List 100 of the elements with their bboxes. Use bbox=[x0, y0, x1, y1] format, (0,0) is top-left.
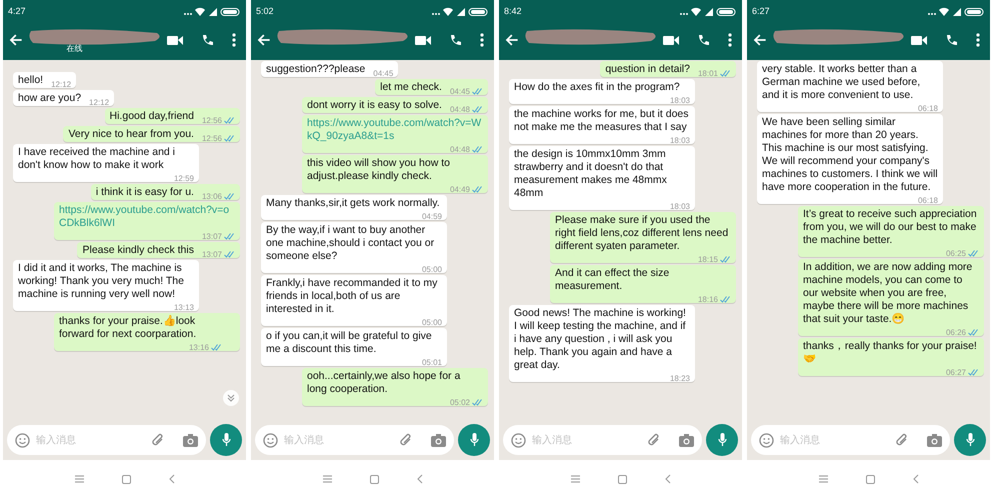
video-call-icon[interactable] bbox=[415, 34, 431, 46]
message-input-field[interactable]: 输入消息 bbox=[751, 425, 950, 455]
message-time: 04:48 bbox=[450, 105, 470, 114]
double-check-icon bbox=[472, 106, 483, 113]
double-check-icon bbox=[224, 135, 235, 142]
message-text: Frankly,i have recommanded it to my friends in local,both of us are interested in it. bbox=[266, 277, 438, 316]
emoji-icon[interactable] bbox=[263, 432, 278, 448]
microphone-button[interactable] bbox=[210, 424, 242, 456]
back-icon[interactable] bbox=[416, 474, 422, 484]
phone-icon[interactable] bbox=[945, 34, 958, 46]
back-icon[interactable] bbox=[168, 474, 174, 484]
message-time: 12:12 bbox=[89, 98, 110, 107]
back-icon[interactable] bbox=[912, 474, 918, 484]
message-text: Many thanks,sir,it gets work normally. bbox=[266, 197, 440, 210]
menu-icon[interactable] bbox=[570, 475, 580, 483]
message-text: the design is 10mmx10mm 3mm strawberry and it doesn't do that measurement makes me 48mmx 48mm bbox=[514, 148, 668, 200]
back-arrow-icon[interactable] bbox=[257, 33, 271, 47]
message-text: Please kindly check this bbox=[82, 244, 194, 257]
scroll-down-button[interactable] bbox=[223, 390, 239, 406]
status-icons bbox=[679, 7, 737, 16]
message-input-field[interactable]: 输入消息 bbox=[255, 425, 454, 455]
message-text: In addition, we are now adding more machine models, you can come to our website when you are free, maybe there will be more machines that suit your taste.😁 bbox=[803, 261, 974, 326]
double-check-icon bbox=[968, 329, 979, 336]
menu-icon[interactable] bbox=[818, 475, 828, 483]
double-check-icon bbox=[472, 186, 483, 193]
camera-icon[interactable] bbox=[431, 434, 446, 446]
more-options-icon[interactable] bbox=[976, 33, 980, 47]
message-text: the machine works for me, but it does not make me the measures that I say bbox=[514, 108, 690, 134]
message-time: 13:07 bbox=[202, 232, 222, 241]
emoji-icon[interactable] bbox=[511, 432, 526, 448]
status-time: 8:42 bbox=[504, 4, 522, 18]
paperclip-icon[interactable] bbox=[647, 433, 661, 447]
input-placeholder: 输入消息 bbox=[532, 434, 573, 448]
phone-icon[interactable] bbox=[697, 34, 710, 46]
message-time: 18:01 bbox=[698, 69, 718, 78]
message-time: 04:49 bbox=[450, 185, 470, 194]
paperclip-icon[interactable] bbox=[151, 433, 165, 447]
back-arrow-icon[interactable] bbox=[753, 33, 767, 47]
double-check-icon bbox=[720, 296, 731, 303]
paperclip-icon[interactable] bbox=[895, 433, 909, 447]
video-call-icon[interactable] bbox=[663, 34, 679, 46]
message-time: 04:48 bbox=[450, 145, 470, 154]
double-check-icon bbox=[968, 369, 979, 376]
home-button-icon[interactable] bbox=[122, 474, 130, 484]
home-button-icon[interactable] bbox=[866, 474, 874, 484]
microphone-button[interactable] bbox=[706, 424, 738, 456]
message-text: question in detail? bbox=[605, 63, 690, 76]
double-check-icon bbox=[720, 70, 731, 77]
double-check-icon bbox=[224, 193, 235, 200]
phone-icon[interactable] bbox=[449, 34, 462, 46]
message-time: 05:02 bbox=[450, 398, 470, 407]
emoji-icon[interactable] bbox=[15, 432, 30, 448]
message-input-field[interactable]: 输入消息 bbox=[503, 425, 702, 455]
message-time: 04:45 bbox=[450, 87, 470, 96]
back-arrow-icon[interactable] bbox=[505, 33, 519, 47]
message-text: And it can effect the size measurement. bbox=[555, 267, 670, 293]
message-text: how are you? bbox=[18, 92, 82, 105]
video-call-icon[interactable] bbox=[911, 34, 927, 46]
more-options-icon[interactable] bbox=[232, 33, 236, 47]
message-time: 18:03 bbox=[670, 136, 690, 145]
message-time: 18:03 bbox=[670, 202, 690, 211]
message-input-field[interactable]: 输入消息 bbox=[7, 425, 206, 455]
microphone-icon bbox=[222, 433, 230, 447]
camera-icon[interactable] bbox=[927, 434, 942, 446]
message-text: By the way,if i want to buy another one machine,should i contact you or someone else? bbox=[266, 224, 436, 263]
camera-icon[interactable] bbox=[183, 434, 198, 446]
emoji-icon[interactable] bbox=[759, 432, 774, 448]
more-options-icon[interactable] bbox=[728, 33, 732, 47]
message-text: thanks for your praise.👍look forward for next coorparation. bbox=[59, 315, 198, 341]
microphone-icon bbox=[718, 433, 726, 447]
phone-icon[interactable] bbox=[201, 34, 214, 46]
camera-icon[interactable] bbox=[679, 434, 694, 446]
home-button-icon[interactable] bbox=[370, 474, 378, 484]
double-check-icon bbox=[224, 251, 235, 258]
message-text: ooh...certainly,we also hope for a long cooperation. bbox=[307, 370, 462, 396]
home-button-icon[interactable] bbox=[618, 474, 626, 484]
message-text: How do the axes fit in the program? bbox=[514, 81, 680, 94]
more-options-icon[interactable] bbox=[480, 33, 484, 47]
back-arrow-icon[interactable] bbox=[9, 33, 23, 47]
menu-icon[interactable] bbox=[74, 475, 84, 483]
status-icons bbox=[431, 7, 489, 16]
microphone-button[interactable] bbox=[954, 424, 986, 456]
double-check-icon bbox=[472, 399, 483, 406]
message-text: It’s great to receive such appreciation from you, we will do our best to make the machine better. bbox=[803, 208, 978, 247]
menu-icon[interactable] bbox=[322, 475, 332, 483]
message-time: 05:00 bbox=[422, 318, 442, 327]
status-time: 4:27 bbox=[8, 4, 26, 18]
video-call-icon[interactable] bbox=[167, 34, 183, 46]
message-text: hello! bbox=[18, 74, 44, 87]
message-text: I did it and it works, The machine is working! Thank you very much! The machine is running very well now! bbox=[18, 262, 185, 301]
message-link[interactable]: https://www.youtube.com/watch?v=WkQ_90zyaA8&t=1s bbox=[307, 117, 483, 143]
paperclip-icon[interactable] bbox=[399, 433, 413, 447]
back-icon[interactable] bbox=[664, 474, 670, 484]
microphone-button[interactable] bbox=[458, 424, 490, 456]
status-icons bbox=[927, 7, 985, 16]
double-chevron-icon bbox=[227, 394, 235, 402]
message-text: We have been selling similar machines for more than 20 years. This machine is our most satisfying. We will recommend your company's machines to customers. I think we will have more cooperation in the future. bbox=[762, 116, 938, 194]
message-text: I have received the machine and i don't know how to make it work bbox=[18, 146, 176, 172]
message-time: 04:59 bbox=[422, 212, 442, 221]
message-link[interactable]: https://www.youtube.com/watch?v=oCDkBlk6lWI bbox=[59, 204, 235, 230]
